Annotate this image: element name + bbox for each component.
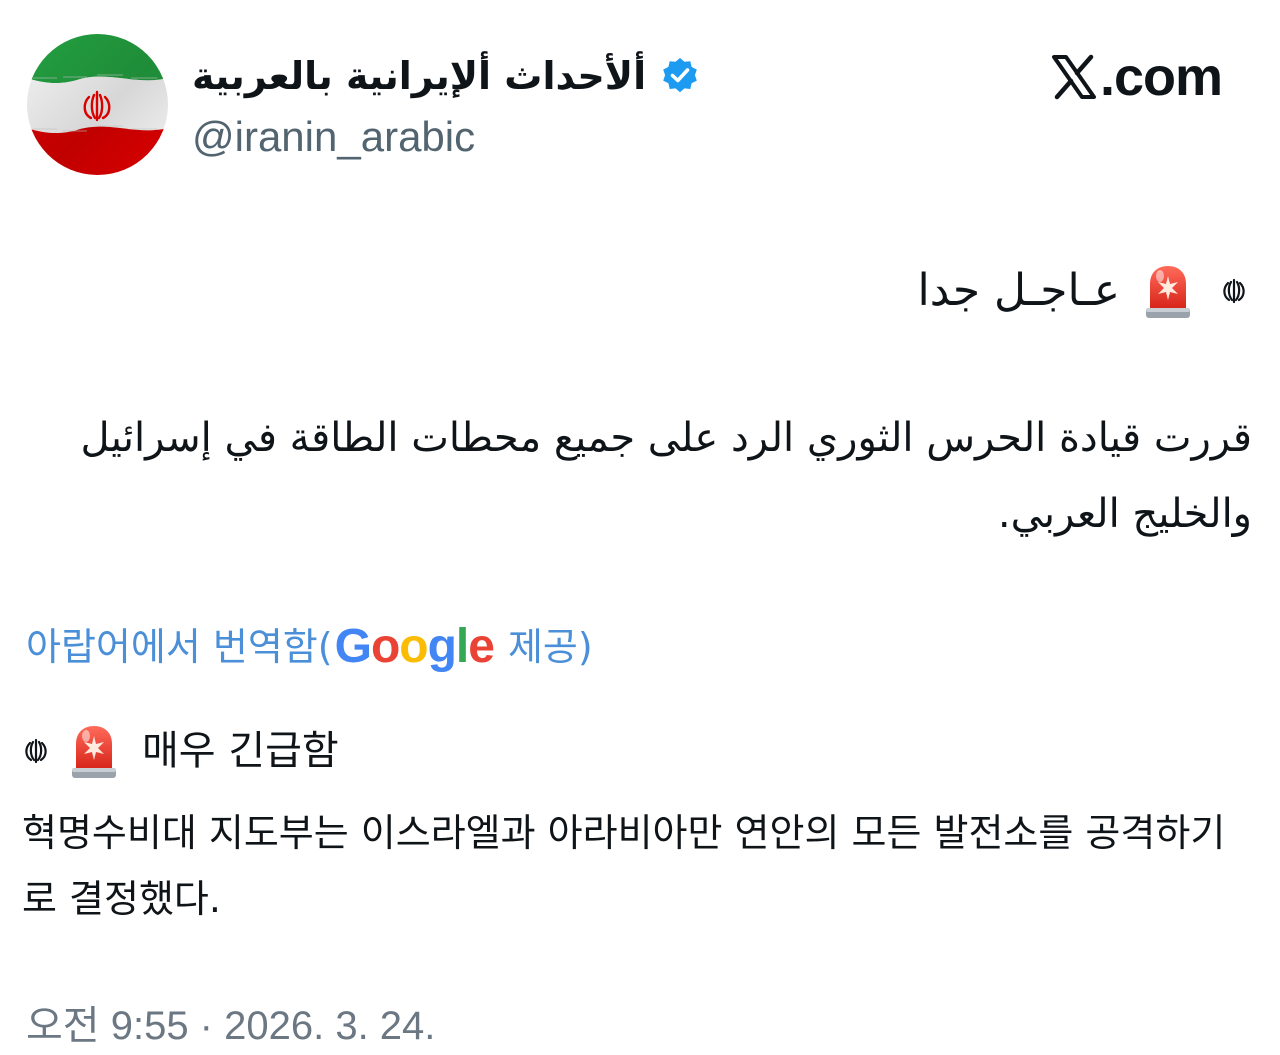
translation-suffix[interactable]: 제공) <box>508 616 593 678</box>
brand-text: .com <box>1099 47 1223 107</box>
display-name-row[interactable]: ألأحداث ألإيرانية بالعربية <box>192 44 700 108</box>
arabic-urgent-heading: عـاجـل جدا <box>917 265 1120 316</box>
user-handle[interactable]: @iranin_arabic <box>192 112 475 162</box>
siren-icon <box>72 726 116 778</box>
korean-headline-row: 매우 긴급함 <box>22 716 339 786</box>
arabic-post-body: قررت قيادة الحرس الثوري الرد على جميع مح… <box>80 415 1252 537</box>
iran-emblem-icon <box>25 738 47 764</box>
korean-post-body: 혁명수비대 지도부는 이스라엘과 아라비아만 연안의 모든 발전소를 공격하기로… <box>22 811 1226 921</box>
brand-logo: .com <box>1050 46 1223 108</box>
iran-flag-icon <box>27 34 168 175</box>
translation-prefix[interactable]: 아랍어에서 번역함( <box>26 616 333 678</box>
korean-urgent-heading: 매우 긴급함 <box>142 728 339 774</box>
avatar[interactable] <box>27 34 168 175</box>
google-logo: Google <box>334 620 495 673</box>
post-timestamp[interactable]: 오전 9:55 · 2026. 3. 24. <box>26 1000 435 1052</box>
verified-badge-icon <box>663 58 697 93</box>
display-name[interactable]: ألأحداث ألإيرانية بالعربية <box>192 44 646 108</box>
siren-icon <box>1146 266 1190 318</box>
translation-attribution[interactable]: 아랍어에서 번역함( Google 제공) <box>26 616 593 678</box>
iran-emblem-icon <box>1223 278 1245 304</box>
x-logo-icon <box>1051 54 1096 100</box>
arabic-headline-row: عـاجـل جدا <box>918 256 1248 326</box>
